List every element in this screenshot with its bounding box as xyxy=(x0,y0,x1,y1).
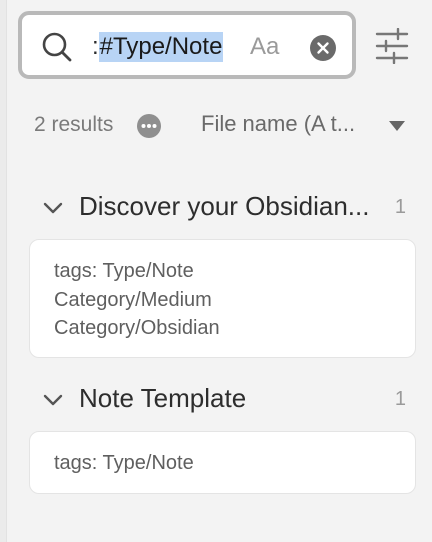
more-icon xyxy=(141,124,157,128)
search-query-prefix: : xyxy=(92,33,99,60)
search-icon xyxy=(42,32,72,62)
search-input[interactable]: : #Type/Note Aa xyxy=(18,11,356,79)
sidebar-edge xyxy=(0,0,7,542)
search-query-selected: #Type/Note xyxy=(98,32,224,62)
search-settings-button[interactable] xyxy=(374,27,410,65)
chevron-down-icon[interactable] xyxy=(388,119,406,133)
match-line: tags: Type/Note xyxy=(54,260,194,282)
match-line: tags: Type/Note xyxy=(54,452,194,474)
clear-search-button[interactable] xyxy=(310,35,336,61)
clear-icon xyxy=(317,42,329,54)
sliders-icon xyxy=(375,27,409,65)
more-options-button[interactable] xyxy=(137,114,161,138)
match-count: 1 xyxy=(394,388,406,410)
results-count: 2 results xyxy=(34,113,114,136)
search-query-text[interactable]: : #Type/Note xyxy=(92,31,224,63)
result-group-header[interactable]: Note Template 1 xyxy=(42,383,412,417)
result-file-title[interactable]: Note Template xyxy=(79,383,246,414)
result-group-header[interactable]: Discover your Obsidian... 1 xyxy=(42,191,412,225)
collapse-chevron-icon[interactable] xyxy=(42,391,64,409)
match-count: 1 xyxy=(394,196,406,218)
match-case-toggle[interactable]: Aa xyxy=(250,32,279,62)
sort-order-select[interactable]: File name (A t... xyxy=(201,111,355,137)
match-line: Category/Obsidian xyxy=(54,317,220,339)
match-snippet-card[interactable]: tags: Type/Note Category/Medium Category… xyxy=(29,239,416,358)
results-bar: 2 results File name (A t... xyxy=(34,110,414,142)
collapse-chevron-icon[interactable] xyxy=(42,199,64,217)
result-file-title[interactable]: Discover your Obsidian... xyxy=(79,191,369,222)
match-snippet-card[interactable]: tags: Type/Note xyxy=(29,431,416,494)
match-line: Category/Medium xyxy=(54,288,212,311)
